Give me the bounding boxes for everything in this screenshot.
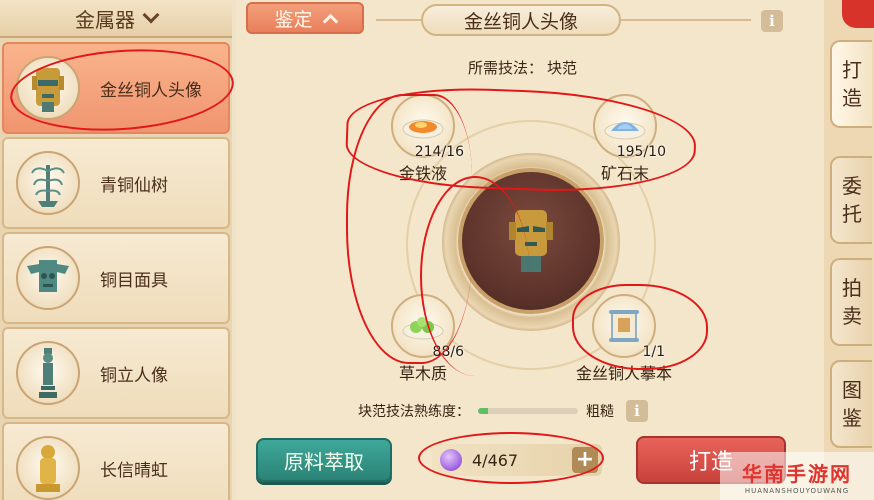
list-item-label: 金丝铜人头像 [100,80,202,101]
list-item-label: 长信晴虹 [100,460,168,481]
proficiency-level: 粗糙 [586,404,614,420]
list-item-bronze-tree[interactable]: 青铜仙树 [2,137,230,229]
crafting-panel: 鉴定 金丝铜人头像 i 所需技法： 块范 214/16 金铁液 195/10 矿… [236,0,824,500]
material-slot[interactable]: 1/1 金丝铜人摹本 [576,294,672,383]
title-divider-right [621,19,751,21]
gold-lamp-icon [16,436,80,500]
bronze-head-icon [509,210,553,272]
watermark-text: 华南手游网 [742,461,852,486]
bronze-statue-icon [16,341,80,405]
purple-gem-icon [440,449,462,471]
list-item-gold-bronze-head[interactable]: 金丝铜人头像 [2,42,230,134]
title-divider-left [376,19,421,21]
material-name: 草木质 [398,364,448,383]
material-count: 88/6 [432,344,464,360]
currency-value: 4/467 [472,450,519,470]
currency-display: 4/467 + [432,444,602,476]
material-slot[interactable]: 88/6 草木质 [388,294,464,383]
material-name: 矿石末 [600,164,650,183]
watermark-subtext: HUANANSHOUYOUWANG [744,486,850,495]
proficiency-row: 块范技法熟练度： 粗糙 i [358,400,648,422]
list-item-label: 铜立人像 [100,365,168,386]
page-title: 金丝铜人头像 [463,10,578,33]
list-item-label: 青铜仙树 [100,175,168,196]
proficiency-fill [478,408,488,414]
tab-catalog[interactable]: 图 鉴 [830,360,872,448]
info-icon[interactable]: i [761,10,783,32]
material-slot[interactable]: 214/16 金铁液 [388,94,464,183]
material-name: 金铁液 [398,164,448,183]
bronze-tree-icon [16,151,80,215]
item-list-panel: 金属器 金丝铜人头像 青铜仙树 铜目面具 铜立人像 长信晴虹 [0,0,232,500]
material-name: 金丝铜人摹本 [575,364,673,383]
proficiency-bar [478,408,578,414]
appraise-label: 鉴定 [274,8,313,31]
red-corner-decoration [842,0,874,28]
bronze-head-icon [16,56,80,120]
list-item-label: 铜目面具 [100,270,168,291]
chevron-up-icon [322,13,338,29]
item-list: 金丝铜人头像 青铜仙树 铜目面具 铜立人像 长信晴虹 [0,42,232,500]
add-currency-button[interactable]: + [572,447,598,473]
material-count: 195/10 [616,144,666,160]
chevron-down-icon [142,6,160,24]
bronze-mask-icon [16,246,80,310]
technique-label: 所需技法： [468,59,544,77]
category-label: 金属器 [75,7,135,32]
tab-auction[interactable]: 拍 卖 [830,258,872,346]
material-count: 214/16 [414,144,464,160]
product-slot[interactable] [458,168,604,314]
material-slot[interactable]: 195/10 矿石末 [590,94,666,183]
extract-materials-button[interactable]: 原料萃取 [256,438,392,482]
tab-craft[interactable]: 打 造 [830,40,872,128]
info-icon[interactable]: i [626,400,648,422]
list-item-changxin[interactable]: 长信晴虹 [2,422,230,500]
item-title-banner: 金丝铜人头像 [421,4,621,36]
appraise-button[interactable]: 鉴定 [246,2,364,34]
list-item-bronze-statue[interactable]: 铜立人像 [2,327,230,419]
proficiency-label: 块范技法熟练度： [358,404,470,420]
tab-commission[interactable]: 委 托 [830,156,872,244]
site-watermark: 华南手游网 HUANANSHOUYOUWANG [720,452,874,500]
required-technique: 所需技法： 块范 [468,57,577,78]
material-count: 1/1 [642,344,665,360]
list-item-bronze-mask[interactable]: 铜目面具 [2,232,230,324]
extract-label: 原料萃取 [284,449,364,474]
technique-value: 块范 [547,59,578,77]
category-dropdown[interactable]: 金属器 [0,0,232,38]
